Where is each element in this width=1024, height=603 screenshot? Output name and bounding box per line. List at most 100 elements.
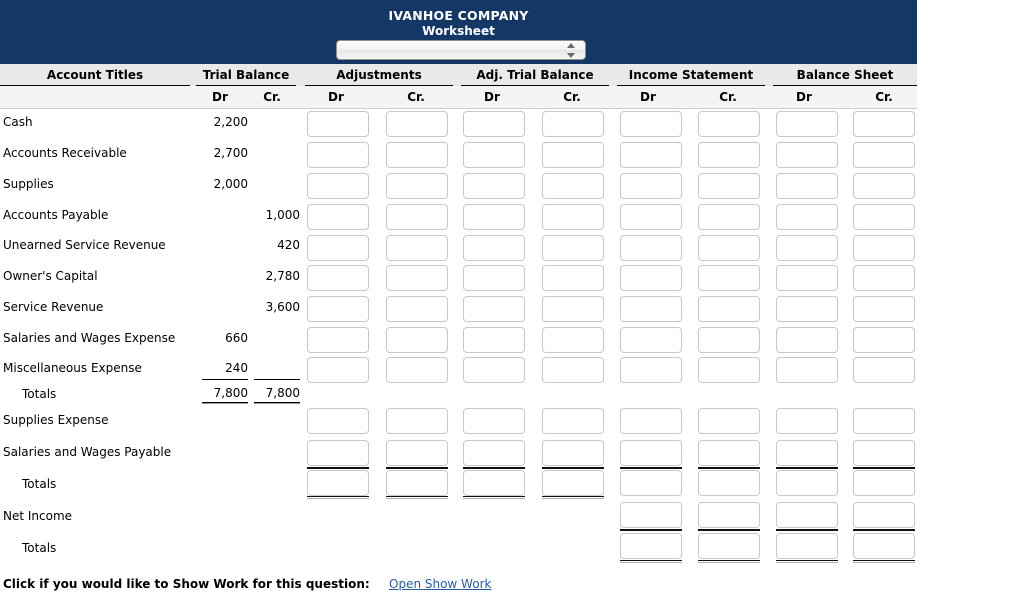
input-adj-cr-r11[interactable] <box>386 440 448 466</box>
input-adj-cr-r10[interactable] <box>386 408 448 434</box>
input-adj-dr-r3[interactable] <box>307 204 369 230</box>
input-atb-cr-r12[interactable] <box>542 470 604 496</box>
input-adj-dr-r5[interactable] <box>307 265 369 291</box>
input-atb-dr-r7[interactable] <box>463 327 525 353</box>
input-atb-cr-r0[interactable] <box>542 111 604 137</box>
input-atb-dr-r2[interactable] <box>463 173 525 199</box>
input-adj-cr-r7[interactable] <box>386 327 448 353</box>
input-atb-cr-r4[interactable] <box>542 235 604 261</box>
input-bs-dr-r13[interactable] <box>776 502 838 528</box>
input-is-cr-r6[interactable] <box>698 296 760 322</box>
input-adj-cr-r8[interactable] <box>386 357 448 383</box>
input-bs-cr-r8[interactable] <box>853 357 915 383</box>
input-adj-dr-r0[interactable] <box>307 111 369 137</box>
input-atb-cr-r5[interactable] <box>542 265 604 291</box>
input-adj-dr-r7[interactable] <box>307 327 369 353</box>
input-atb-dr-r1[interactable] <box>463 142 525 168</box>
input-atb-cr-r8[interactable] <box>542 357 604 383</box>
input-bs-dr-r4[interactable] <box>776 235 838 261</box>
input-bs-dr-r2[interactable] <box>776 173 838 199</box>
input-bs-dr-r6[interactable] <box>776 296 838 322</box>
input-atb-cr-r11[interactable] <box>542 440 604 466</box>
input-bs-dr-r8[interactable] <box>776 357 838 383</box>
input-bs-cr-r12[interactable] <box>853 470 915 496</box>
input-bs-cr-r3[interactable] <box>853 204 915 230</box>
input-atb-dr-r8[interactable] <box>463 357 525 383</box>
input-bs-cr-r11[interactable] <box>853 440 915 466</box>
input-bs-cr-r6[interactable] <box>853 296 915 322</box>
input-bs-cr-r2[interactable] <box>853 173 915 199</box>
input-bs-dr-r5[interactable] <box>776 265 838 291</box>
input-is-cr-r14[interactable] <box>698 533 760 559</box>
input-is-dr-r3[interactable] <box>620 204 682 230</box>
input-bs-dr-r12[interactable] <box>776 470 838 496</box>
input-is-dr-r4[interactable] <box>620 235 682 261</box>
input-adj-dr-r2[interactable] <box>307 173 369 199</box>
input-atb-dr-r3[interactable] <box>463 204 525 230</box>
input-atb-cr-r3[interactable] <box>542 204 604 230</box>
input-bs-dr-r0[interactable] <box>776 111 838 137</box>
input-atb-dr-r12[interactable] <box>463 470 525 496</box>
input-bs-dr-r10[interactable] <box>776 408 838 434</box>
input-adj-cr-r5[interactable] <box>386 265 448 291</box>
input-is-dr-r8[interactable] <box>620 357 682 383</box>
input-is-dr-r1[interactable] <box>620 142 682 168</box>
input-is-dr-r11[interactable] <box>620 440 682 466</box>
input-bs-cr-r5[interactable] <box>853 265 915 291</box>
input-is-dr-r6[interactable] <box>620 296 682 322</box>
input-is-cr-r7[interactable] <box>698 327 760 353</box>
input-is-cr-r3[interactable] <box>698 204 760 230</box>
input-bs-cr-r13[interactable] <box>853 502 915 528</box>
input-is-dr-r10[interactable] <box>620 408 682 434</box>
input-is-dr-r7[interactable] <box>620 327 682 353</box>
input-bs-dr-r7[interactable] <box>776 327 838 353</box>
input-atb-dr-r0[interactable] <box>463 111 525 137</box>
input-bs-cr-r14[interactable] <box>853 533 915 559</box>
input-is-cr-r13[interactable] <box>698 502 760 528</box>
input-bs-cr-r1[interactable] <box>853 142 915 168</box>
input-atb-cr-r7[interactable] <box>542 327 604 353</box>
input-atb-dr-r5[interactable] <box>463 265 525 291</box>
input-is-cr-r8[interactable] <box>698 357 760 383</box>
input-atb-dr-r4[interactable] <box>463 235 525 261</box>
input-is-dr-r14[interactable] <box>620 533 682 559</box>
input-adj-dr-r1[interactable] <box>307 142 369 168</box>
input-is-cr-r10[interactable] <box>698 408 760 434</box>
input-adj-dr-r6[interactable] <box>307 296 369 322</box>
input-bs-dr-r11[interactable] <box>776 440 838 466</box>
input-is-cr-r0[interactable] <box>698 111 760 137</box>
open-show-work-link[interactable]: Open Show Work <box>389 577 491 591</box>
input-is-dr-r12[interactable] <box>620 470 682 496</box>
input-is-cr-r12[interactable] <box>698 470 760 496</box>
input-is-cr-r11[interactable] <box>698 440 760 466</box>
input-adj-cr-r12[interactable] <box>386 470 448 496</box>
input-atb-cr-r10[interactable] <box>542 408 604 434</box>
input-is-dr-r0[interactable] <box>620 111 682 137</box>
input-adj-cr-r1[interactable] <box>386 142 448 168</box>
input-adj-dr-r12[interactable] <box>307 470 369 496</box>
input-is-cr-r4[interactable] <box>698 235 760 261</box>
input-bs-dr-r14[interactable] <box>776 533 838 559</box>
input-is-cr-r1[interactable] <box>698 142 760 168</box>
input-atb-dr-r6[interactable] <box>463 296 525 322</box>
input-adj-cr-r2[interactable] <box>386 173 448 199</box>
input-adj-cr-r6[interactable] <box>386 296 448 322</box>
input-adj-cr-r3[interactable] <box>386 204 448 230</box>
input-bs-dr-r3[interactable] <box>776 204 838 230</box>
input-is-dr-r5[interactable] <box>620 265 682 291</box>
input-atb-cr-r1[interactable] <box>542 142 604 168</box>
input-bs-cr-r4[interactable] <box>853 235 915 261</box>
period-select[interactable] <box>336 40 586 60</box>
input-atb-dr-r11[interactable] <box>463 440 525 466</box>
input-bs-cr-r10[interactable] <box>853 408 915 434</box>
input-atb-cr-r2[interactable] <box>542 173 604 199</box>
input-is-dr-r13[interactable] <box>620 502 682 528</box>
input-adj-dr-r10[interactable] <box>307 408 369 434</box>
input-adj-cr-r4[interactable] <box>386 235 448 261</box>
input-atb-cr-r6[interactable] <box>542 296 604 322</box>
input-adj-cr-r0[interactable] <box>386 111 448 137</box>
input-bs-cr-r0[interactable] <box>853 111 915 137</box>
input-is-cr-r2[interactable] <box>698 173 760 199</box>
input-adj-dr-r11[interactable] <box>307 440 369 466</box>
input-bs-cr-r7[interactable] <box>853 327 915 353</box>
